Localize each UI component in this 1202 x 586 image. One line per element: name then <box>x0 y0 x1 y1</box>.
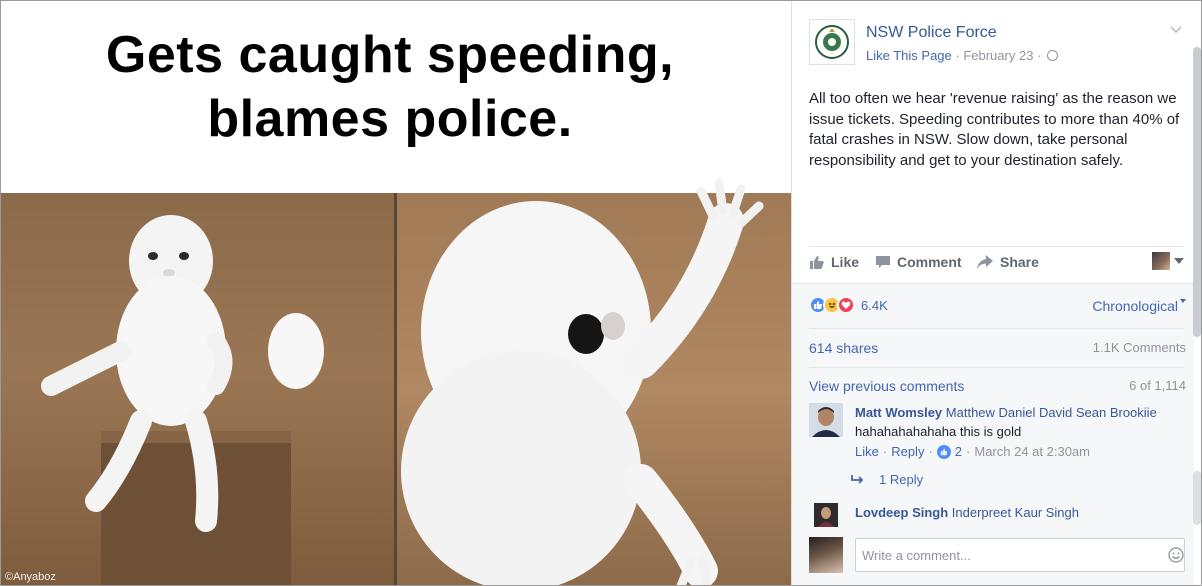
post-meta: Like This Page · February 23 · <box>866 48 1058 63</box>
comment-like-link[interactable]: Like <box>855 444 879 459</box>
like-reaction-icon <box>936 444 951 459</box>
comment-button-label: Comment <box>897 254 962 270</box>
thumbs-up-icon <box>810 256 824 269</box>
meta-separator: · <box>966 444 971 459</box>
share-button[interactable]: Share <box>976 254 1039 270</box>
shares-link[interactable]: 614 shares <box>809 340 878 356</box>
divider <box>809 246 1184 247</box>
user-avatar <box>1152 252 1170 270</box>
user-avatar <box>809 537 843 573</box>
reaction-count[interactable]: 6.4K <box>861 298 888 313</box>
cat-illustration <box>41 178 764 585</box>
replies-label: 1 Reply <box>879 472 924 487</box>
like-button-label: Like <box>831 254 860 270</box>
divider <box>809 328 1184 329</box>
police-badge-icon <box>815 25 849 59</box>
love-reaction-icon <box>837 296 855 314</box>
meta-separator: · <box>928 444 933 459</box>
caret-down-icon <box>1180 299 1186 303</box>
comment-meta: Like · Reply · 2 · March 24 at 2:30am <box>855 444 1090 459</box>
page-name-link[interactable]: NSW Police Force <box>866 24 997 42</box>
post-actions: Like Comment Share <box>809 252 1184 276</box>
photo-watermark: ©Anyaboz <box>5 571 56 583</box>
chevron-down-icon[interactable] <box>1168 21 1184 37</box>
comment-author-link[interactable]: Matt Womsley <box>855 405 942 420</box>
view-replies-link[interactable]: 1 Reply <box>851 472 923 487</box>
post-text: All too often we hear 'revenue raising' … <box>809 90 1180 169</box>
comment-sort-dropdown[interactable]: Chronological <box>1092 298 1186 314</box>
meta-separator: · <box>1033 48 1045 63</box>
comment-item: Lovdeep Singh Inderpreet Kaur Singh <box>809 503 1184 527</box>
cat-raised-arm <box>623 203 744 379</box>
meta-separator: · <box>882 444 888 459</box>
reply-arrow-icon <box>851 474 864 484</box>
comment-timestamp[interactable]: March 24 at 2:30am <box>974 444 1090 459</box>
comment-as-selector[interactable] <box>1152 252 1184 270</box>
post-date[interactable]: February 23 <box>963 48 1033 63</box>
comment-tagged-user-link[interactable]: Matthew Daniel David Sean Brookiie <box>946 405 1157 420</box>
commenter-avatar[interactable] <box>814 503 838 527</box>
comment-composer <box>809 537 1185 575</box>
comment-button[interactable]: Comment <box>875 254 962 270</box>
post-header: NSW Police Force Like This Page · Februa… <box>809 19 1184 69</box>
post-sidebar: NSW Police Force Like This Page · Februa… <box>791 1 1201 585</box>
comment-reply-link[interactable]: Reply <box>891 444 924 459</box>
scrollbar-thumb-secondary[interactable] <box>1193 471 1201 525</box>
cat-tail-left <box>268 313 324 389</box>
comment-body: Matt Womsley Matthew Daniel David Sean B… <box>855 403 1175 441</box>
share-button-label: Share <box>1000 254 1039 270</box>
comment-tagged-user-link[interactable]: Inderpreet Kaur Singh <box>952 505 1079 520</box>
like-page-link[interactable]: Like This Page <box>866 48 952 63</box>
comment-paging: 6 of 1,114 <box>1129 378 1186 393</box>
divider <box>809 367 1184 368</box>
comment-icon <box>876 256 890 268</box>
scrollbar-thumb[interactable] <box>1193 47 1201 337</box>
comment-text: hahahahahahaha this is gold <box>855 424 1022 439</box>
cat-body-right <box>401 351 641 585</box>
cat-eye-right <box>568 314 604 354</box>
view-previous-comments-link[interactable]: View previous comments <box>809 378 964 394</box>
sort-label: Chronological <box>1092 298 1178 314</box>
comment-input[interactable] <box>855 538 1185 572</box>
comment-body: Lovdeep Singh Inderpreet Kaur Singh <box>855 503 1175 522</box>
post-photo[interactable]: Gets caught speeding, blames police. ©An… <box>1 1 791 585</box>
comment-like-count[interactable]: 2 <box>955 444 962 459</box>
facebook-photo-viewer: Gets caught speeding, blames police. ©An… <box>0 0 1202 586</box>
caret-down-icon <box>1174 258 1184 264</box>
cat-body-left <box>116 276 226 426</box>
comment-author-link[interactable]: Lovdeep Singh <box>855 505 948 520</box>
commenter-avatar[interactable] <box>809 403 843 437</box>
meta-separator: · <box>951 48 964 63</box>
page-avatar[interactable] <box>809 19 855 65</box>
comments-count[interactable]: 1.1K Comments <box>1093 340 1186 355</box>
like-button[interactable]: Like <box>809 254 859 270</box>
reactions-summary[interactable]: 6.4K <box>809 294 888 316</box>
emoji-icon[interactable] <box>1168 547 1184 563</box>
globe-icon <box>1046 50 1058 61</box>
share-arrow-icon <box>977 255 993 269</box>
